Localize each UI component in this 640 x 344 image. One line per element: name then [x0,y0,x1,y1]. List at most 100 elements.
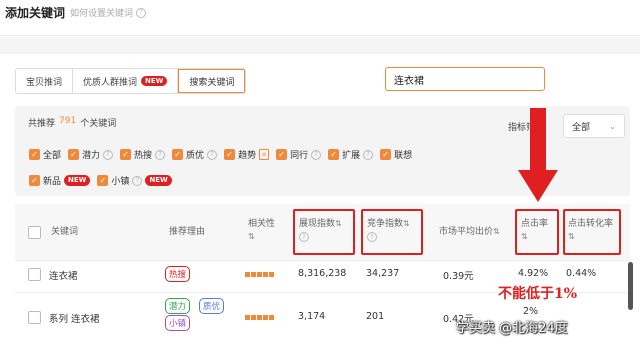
checkbox-label: 新品 [43,177,62,187]
section-divider [0,37,640,54]
header-keyword: 关键词 [51,227,79,237]
header-label: 竞争指数 [367,219,404,229]
relevance-bar [269,315,274,320]
keyword-search-box[interactable] [385,67,545,91]
checkbox-label: 热搜 [134,151,153,161]
checkbox-quality[interactable]: ✓ 质优? [172,148,218,161]
new-badge: NEW [64,175,91,186]
header-cvr[interactable]: 点击转化率 ⇅ [568,218,613,243]
reason-tag-town: 小镇 [165,315,191,331]
checkbox-trend[interactable]: ✓ 趋势 ≡ [224,148,270,161]
relevance-bar [263,272,268,277]
help-circle-icon[interactable]: ? [367,232,377,243]
help-link[interactable]: 如何设置关键词 ? [70,6,147,19]
header-avg-bid[interactable]: 市场平均出价⇅ [439,226,500,239]
watermark: 学买卖 @北海24度 [456,321,568,336]
header-ctr[interactable]: 点击率 ⇅ [521,218,548,243]
tab-label: 搜索关键词 [189,77,235,88]
header-impressions[interactable]: 展现指数⇅ ? [299,218,342,243]
header-label: 市场平均出价 [439,227,494,237]
checkbox-all[interactable]: ✓ 全部 [29,148,61,161]
header-relevance[interactable]: 相关性 ⇅ [248,218,275,243]
cvr-cell: 0.44% [566,268,597,279]
help-circle-icon[interactable]: ? [363,149,374,160]
check-icon: ✓ [224,149,236,160]
tab-item-recommend[interactable]: 宝贝推词 [16,69,74,93]
filter-selected: 全部 [572,122,591,133]
help-circle-icon[interactable]: ? [155,149,166,160]
sort-icon: ⇅ [493,227,500,236]
checkbox-potential[interactable]: ✓ 潜力? [68,148,114,161]
sort-icon: ⇅ [521,231,528,241]
table-header: 关键词 推荐理由 相关性 ⇅ 展现指数⇅ ? 竞争指数⇅ ? 市场平均出价⇅ 点… [15,204,630,260]
relevance-bar [257,315,262,320]
relevance-bar [263,315,268,320]
impressions-cell: 8,316,238 [298,268,347,279]
header-label: 点击转化率 [568,219,614,229]
recommend-total: 共推荐 791 个关键词 [28,116,116,129]
total-count: 791 [59,116,77,126]
search-input[interactable] [386,68,544,90]
tab-search-keyword[interactable]: 搜索关键词 [178,69,246,93]
check-icon: ✓ [68,149,80,160]
sort-icon: ⇅ [248,231,255,241]
total-prefix: 共推荐 [28,119,56,129]
row-checkbox[interactable] [28,311,41,324]
help-circle-icon[interactable]: ? [103,149,114,160]
ctr-cell: 4.92% [518,268,549,279]
row-divider [15,260,630,261]
annotation-text: 不能低于1% [498,286,578,302]
relevance-bar [251,272,256,277]
header-competition[interactable]: 竞争指数⇅ ? [367,218,410,243]
checkbox-hot-search[interactable]: ✓ 热搜? [120,148,166,161]
checkbox-row-1: ✓ 全部 ✓ 潜力? ✓ 热搜? ✓ 质优? ✓ 趋势 ≡ ✓ 同行? ✓ 扩展? ✓ 联想 [29,148,419,161]
reason-tag-quality: 质优 [199,298,225,314]
competition-cell: 34,237 [366,268,400,279]
checkbox-label: 扩展 [342,151,361,161]
check-icon: ✓ [380,149,392,160]
help-link-label: 如何设置关键词 [70,9,134,19]
check-icon: ✓ [29,175,40,186]
header-label: 展现指数 [299,219,336,229]
help-circle-icon[interactable]: ? [207,149,218,160]
tab-crowd-recommend[interactable]: 优质人群推词 NEW [73,69,179,93]
scrollbar[interactable] [628,262,633,310]
help-circle-icon[interactable]: ? [311,149,322,160]
check-icon: ✓ [328,149,340,160]
doc-icon[interactable]: ≡ [259,149,270,160]
help-circle-icon[interactable]: ? [299,232,309,243]
relevance-bar [269,272,274,277]
select-all-checkbox[interactable] [28,226,41,239]
checkbox-expand[interactable]: ✓ 扩展? [328,148,374,161]
checkbox-label: 质优 [186,151,205,161]
checkbox-small-town[interactable]: ✓ 小镇? NEW [97,174,172,187]
source-tabs: 宝贝推词 优质人群推词 NEW 搜索关键词 [15,68,247,94]
sort-icon: ⇅ [403,219,410,228]
header-label: 点击率 [521,219,549,229]
reason-tag-hot: 热搜 [165,266,191,282]
total-suffix: 个关键词 [80,119,117,129]
checkbox-label: 趋势 [238,151,257,161]
checkbox-new-product[interactable]: ✓ 新品 NEW [29,174,91,187]
impressions-cell: 3,174 [298,311,326,322]
page-title: 添加关键词 [5,6,66,20]
tab-label: 优质人群推词 [83,77,138,88]
keyword-cell: 连衣裙 [49,271,78,282]
red-arrow [518,108,558,202]
row-checkbox[interactable] [28,268,41,281]
filter-select[interactable]: 全部 ⌄ [563,114,625,138]
relevance-bar [245,315,250,320]
chevron-down-icon: ⌄ [609,121,616,131]
keyword-cell: 系列 连衣裙 [49,314,100,325]
competition-cell: 201 [366,311,385,322]
new-badge: NEW [145,175,172,186]
check-icon: ✓ [97,175,109,186]
relevance-bar [251,315,256,320]
header-label: 相关性 [248,219,276,229]
checkbox-label: 联想 [394,151,413,161]
checkbox-associate[interactable]: ✓ 联想 [380,148,412,161]
checkbox-label: 小镇 [111,177,130,187]
avg-bid-cell: 0.39元 [443,271,474,282]
help-circle-icon[interactable]: ? [132,175,143,186]
checkbox-peer[interactable]: ✓ 同行? [276,148,322,161]
